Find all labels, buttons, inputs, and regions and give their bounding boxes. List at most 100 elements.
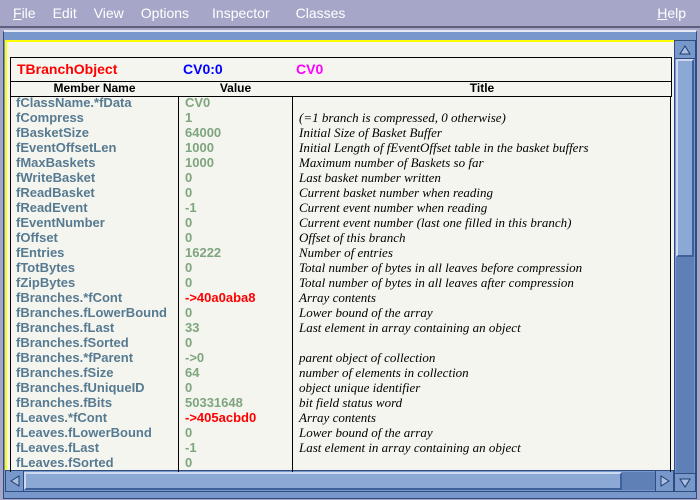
horizontal-scrollbar[interactable] <box>5 470 674 492</box>
member-value: 64 <box>185 365 199 380</box>
table-row[interactable]: fBranches.*fParent->0parent object of co… <box>7 350 676 365</box>
scroll-down-button[interactable] <box>675 473 695 491</box>
table-row[interactable]: fLeaves.*fCont ->405acbd0 Array contents <box>7 410 676 425</box>
table-row[interactable]: fClassName.*fDataCV0 <box>7 95 676 110</box>
member-name: fWriteBasket <box>16 170 95 185</box>
horizontal-scrollbar-thumb[interactable] <box>24 472 622 490</box>
member-title: Current event number when reading <box>299 200 487 215</box>
member-name: fBranches.fUniqueID <box>16 380 145 395</box>
object-title: CV0 <box>296 61 323 77</box>
member-name: fBranches.fLowerBound <box>16 305 167 320</box>
menu-bar: File Edit View Options Inspector Classes… <box>0 0 700 28</box>
menu-view[interactable]: View <box>94 5 124 21</box>
table-row[interactable]: fBasketSize 64000 Initial Size of Basket B… <box>7 125 676 140</box>
member-name: fEventOffsetLen <box>16 140 116 155</box>
member-value: 0 <box>185 230 192 245</box>
table-row[interactable]: fReadEvent -1 Current event number when re… <box>7 200 676 215</box>
table-row[interactable]: fBranches.fLast33Last element in array c… <box>7 320 676 335</box>
member-title: Maximum number of Baskets so far <box>299 155 484 170</box>
column-header-member: Member Name <box>11 82 178 96</box>
member-value: 0 <box>185 170 192 185</box>
member-title: number of elements in collection <box>299 365 469 380</box>
table-row[interactable]: fZipBytes0Total number of bytes in all l… <box>7 275 676 290</box>
table-row[interactable]: fEventNumber 0 Current event number (last … <box>7 215 676 230</box>
menu-file[interactable]: File <box>13 5 36 21</box>
menu-inspector[interactable]: Inspector <box>212 5 270 21</box>
member-title: object unique identifier <box>299 380 420 395</box>
member-title: Array contents <box>299 410 376 425</box>
scroll-right-button[interactable] <box>655 471 673 491</box>
member-value: 0 <box>185 260 192 275</box>
member-title: Offset of this branch <box>299 230 406 245</box>
member-name: fReadEvent <box>16 200 88 215</box>
member-value: 0 <box>185 455 192 470</box>
member-value: 1000 <box>185 155 214 170</box>
table-row[interactable]: fCompress 1 (=1 branch is compressed, 0 ot… <box>7 110 676 125</box>
member-title: Number of entries <box>299 245 393 260</box>
object-name: CV0:0 <box>183 61 223 77</box>
arrow-left-icon <box>9 475 21 487</box>
table-row[interactable]: fBranches.fLowerBound0Lower bound of the… <box>7 305 676 320</box>
member-name: fBranches.fSize <box>16 365 114 380</box>
member-value: 64000 <box>185 125 221 140</box>
member-value: 0 <box>185 215 192 230</box>
table-row[interactable]: fBranches.*fCont->40a0aba8Array contents <box>7 290 676 305</box>
column-header-row: Member Name Value Title <box>11 82 671 96</box>
member-value: 1 <box>185 110 192 125</box>
member-name: fLeaves.fLast <box>16 440 99 455</box>
table-row[interactable]: fBranches.fUniqueID0object unique identi… <box>7 380 676 395</box>
table-row[interactable]: fOffset0Offset of this branch <box>7 230 676 245</box>
menu-options[interactable]: Options <box>141 5 189 21</box>
member-value: ->405acbd0 <box>185 410 256 425</box>
table-row[interactable]: fBranches.fSize 64 number of elements in c… <box>7 365 676 380</box>
member-title: (=1 branch is compressed, 0 otherwise) <box>299 110 506 125</box>
member-value: -1 <box>185 440 197 455</box>
member-title: Last element in array containing an obje… <box>299 440 521 455</box>
member-title: Total number of bytes in all leaves afte… <box>299 275 574 290</box>
member-title: Current basket number when reading <box>299 185 493 200</box>
table-row[interactable]: fTotBytes0Total number of bytes in all l… <box>7 260 676 275</box>
menu-classes[interactable]: Classes <box>296 5 346 21</box>
member-name: fLeaves.fLowerBound <box>16 425 152 440</box>
member-value: 1000 <box>185 140 214 155</box>
table-row[interactable]: fWriteBasket 0 Last basket number written <box>7 170 676 185</box>
member-title: Lower bound of the array <box>299 425 433 440</box>
member-name: fBranches.fLast <box>16 320 114 335</box>
horizontal-scrollbar-track[interactable] <box>622 472 656 490</box>
inspector-window: File Edit View Options Inspector Classes… <box>0 0 700 500</box>
table-row[interactable]: fLeaves.fLowerBound0Lower bound of the a… <box>7 425 676 440</box>
member-title: Total number of bytes in all leaves befo… <box>299 260 582 275</box>
arrow-down-icon <box>679 477 691 489</box>
scroll-left-button[interactable] <box>6 471 24 491</box>
table-row[interactable]: fBranches.fBits50331648bit field status … <box>7 395 676 410</box>
table-row[interactable]: fMaxBaskets1000Maximum number of Baskets… <box>7 155 676 170</box>
member-title: Last basket number written <box>299 170 441 185</box>
member-name: fCompress <box>16 110 84 125</box>
menu-edit[interactable]: Edit <box>53 5 77 21</box>
member-value: 33 <box>185 320 199 335</box>
member-value: -1 <box>185 200 197 215</box>
member-value: ->40a0aba8 <box>185 290 255 305</box>
member-name: fLeaves.*fCont <box>16 410 107 425</box>
table-row[interactable]: fLeaves.fSorted 0 <box>7 455 676 470</box>
vertical-scrollbar-track[interactable] <box>676 257 694 475</box>
table-row[interactable]: fEntries16222Number of entries <box>7 245 676 260</box>
vertical-scrollbar[interactable] <box>674 40 696 492</box>
table-row[interactable]: fEventOffsetLen1000Initial Length of fEv… <box>7 140 676 155</box>
member-name: fBasketSize <box>16 125 89 140</box>
class-header-row: TBranchObject CV0:0 CV0 <box>11 58 671 82</box>
class-name: TBranchObject <box>17 61 117 77</box>
table-row[interactable]: fBranches.fSorted0 <box>7 335 676 350</box>
member-value: 0 <box>185 185 192 200</box>
table-row[interactable]: fReadBasket0Current basket number when r… <box>7 185 676 200</box>
member-value: ->0 <box>185 350 204 365</box>
member-title: Initial Size of Basket Buffer <box>299 125 442 140</box>
scroll-up-button[interactable] <box>675 41 695 59</box>
member-name: fLeaves.fSorted <box>16 455 114 470</box>
vertical-scrollbar-thumb[interactable] <box>676 59 694 257</box>
menu-help[interactable]: Help <box>657 5 686 21</box>
member-name: fBranches.*fCont <box>16 290 122 305</box>
member-title: Current event number (last one filled in… <box>299 215 571 230</box>
member-name: fEventNumber <box>16 215 105 230</box>
table-row[interactable]: fLeaves.fLast -1 Last element in array con… <box>7 440 676 455</box>
